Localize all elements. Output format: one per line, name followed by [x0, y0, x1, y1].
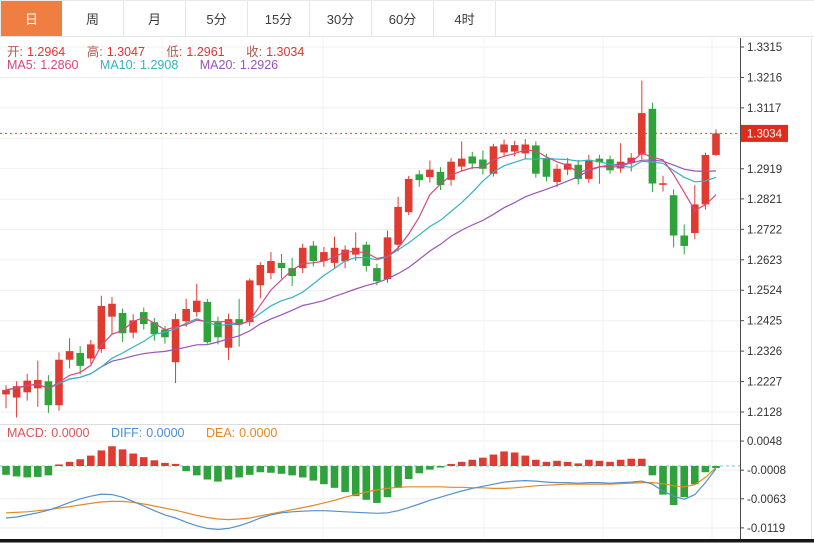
ma10-label: MA10: [99, 58, 137, 72]
high-label: 高: [86, 45, 103, 59]
close-label: 收: [246, 45, 263, 59]
tab-60min[interactable]: 60分 [372, 1, 434, 36]
chart-canvas[interactable]: 1.3315 1.3216 1.3117 1.2919 1.2821 1.2722 1.26… [0, 37, 814, 543]
price-axis-label: 1.3315 [747, 42, 782, 54]
low-label: 低: [166, 45, 183, 59]
price-axis-label: 1.2623 [747, 255, 782, 267]
tab-day[interactable]: 日 [0, 1, 62, 36]
dea-label: DEA: [205, 426, 236, 440]
open-value: 1.2964 [26, 45, 66, 59]
macd-axis-label: -0.0063 [747, 494, 786, 506]
price-axis-label: 1.3216 [747, 72, 782, 84]
high-value: 1.3047 [106, 45, 145, 59]
low-value: 1.2961 [186, 45, 225, 59]
macd-axis-label: -0.0119 [747, 523, 785, 535]
last-price-badge-text: 1.3034 [747, 128, 783, 140]
ma20-value: 1.2926 [239, 58, 279, 72]
ma5-value: 1.2860 [40, 58, 79, 72]
open-label: 开: [7, 45, 23, 59]
diff-label: DIFF: [111, 426, 143, 440]
trading-chart-app: 日周月 5分 15分 30分 60分 4时 1.3315 1.3216 1.3117 1.291… [0, 0, 814, 543]
macd-axis-label: -0.0008 [747, 465, 786, 477]
ma5-label: MA5: [7, 58, 37, 72]
tab-month[interactable]: 月 [124, 1, 186, 36]
diff-value: 0.0000 [146, 426, 185, 440]
candlestick-chart[interactable]: 1.3315 1.3216 1.3117 1.2919 1.2821 1.2722 1.26… [0, 37, 814, 543]
ma-readout: MA5: 1.2860 MA10: 1.2908 MA20: 1.2926 [7, 58, 296, 72]
tab-15min[interactable]: 15分 [248, 1, 310, 36]
close-value: 1.3034 [266, 45, 305, 59]
price-axis-label: 1.2722 [747, 224, 782, 236]
price-axis-label: 1.2326 [747, 346, 782, 358]
macd-label: MACD: [7, 426, 48, 440]
tab-5min[interactable]: 5分 [186, 1, 248, 36]
macd-readout: MACD: 0.0000 DIFF: 0.0000 DEA: 0.0000 [7, 426, 295, 440]
tab-30min[interactable]: 30分 [310, 1, 372, 36]
price-axis-label: 1.2128 [747, 407, 782, 419]
price-axis-label: 1.2821 [747, 194, 782, 206]
price-axis-label: 1.3117 [747, 103, 781, 115]
price-axis-label: 1.2425 [747, 316, 782, 328]
ma10-value: 1.2908 [140, 58, 179, 72]
timeframe-tabbar: 日周月 5分 15分 30分 60分 4时 [0, 0, 814, 37]
ma20-label: MA20: [199, 58, 236, 72]
price-axis-label: 1.2919 [747, 164, 782, 176]
tab-week[interactable]: 周 [62, 1, 124, 36]
macd-value: 0.0000 [51, 426, 90, 440]
tab-4hour[interactable]: 4时 [434, 1, 496, 36]
price-axis-label: 1.2524 [747, 285, 783, 297]
dea-value: 0.0000 [239, 426, 278, 440]
macd-axis-label: 0.0048 [747, 436, 782, 448]
price-axis-label: 1.2227 [747, 377, 782, 389]
